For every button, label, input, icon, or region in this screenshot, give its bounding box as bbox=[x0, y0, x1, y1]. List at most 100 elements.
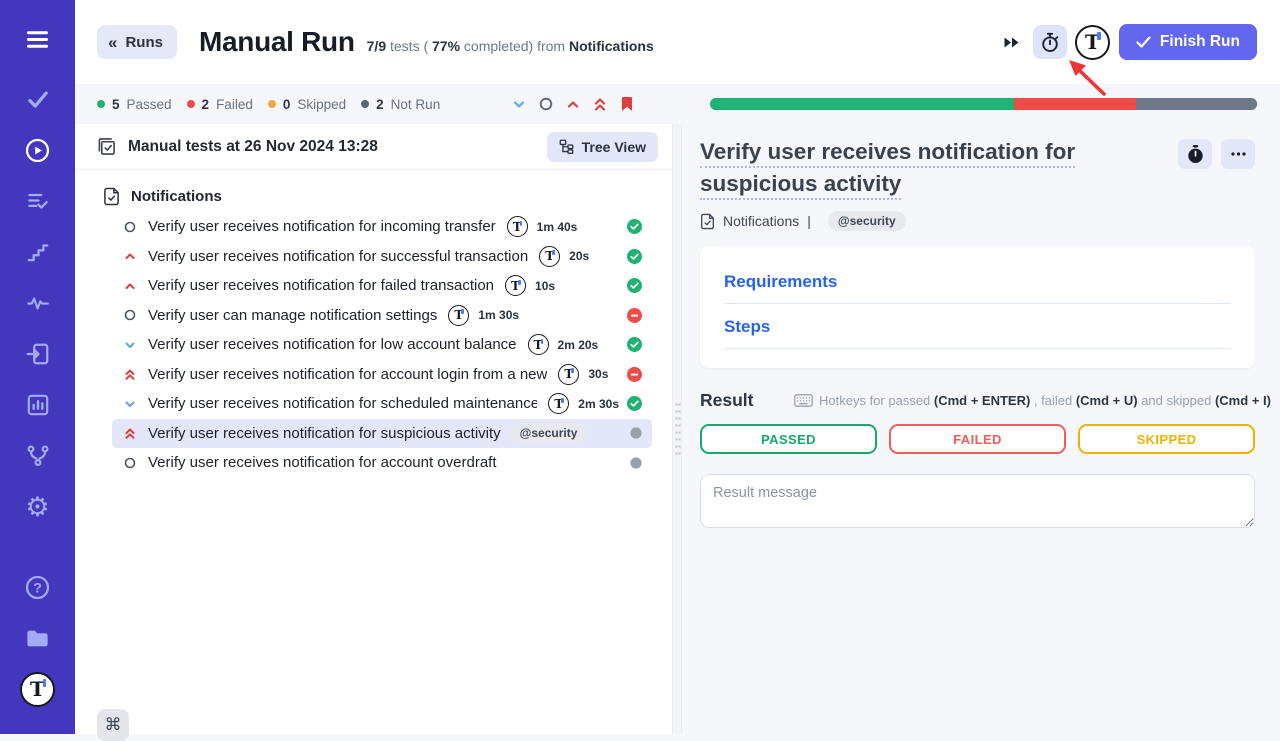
filter-chevron-up-icon[interactable] bbox=[566, 98, 580, 111]
test-title: Verify user can manage notification sett… bbox=[148, 307, 437, 324]
status-label: Passed bbox=[127, 97, 172, 112]
help-icon: ? bbox=[24, 574, 51, 601]
test-row[interactable]: Verify user can manage notification sett… bbox=[112, 301, 652, 331]
hotkey-combo: (Cmd + U) bbox=[1076, 393, 1138, 408]
status-count: 2 bbox=[376, 97, 384, 112]
status-failed-icon bbox=[619, 308, 642, 323]
svg-text:?: ? bbox=[33, 579, 42, 595]
status-bar: 5 Passed 2 Failed 0 Skipped 2 Not Run bbox=[75, 84, 1280, 124]
hotkey-combo: (Cmd + ENTER) bbox=[934, 393, 1030, 408]
sidebar-item-projects[interactable] bbox=[20, 620, 56, 656]
hotkey-combo: (Cmd + I) bbox=[1215, 393, 1271, 408]
stopwatch-button[interactable] bbox=[1178, 139, 1212, 169]
test-logo-slot: T bbox=[507, 216, 528, 237]
suite-folder-row[interactable]: Notifications bbox=[75, 180, 672, 212]
filter-bookmark-icon[interactable] bbox=[620, 96, 634, 112]
test-row[interactable]: Verify user receives notification for ac… bbox=[112, 448, 652, 478]
filter-circle-icon[interactable] bbox=[539, 97, 553, 111]
test-detail-title[interactable]: Verify user receives notification for su… bbox=[700, 136, 1178, 200]
test-row[interactable]: Verify user receives notification for su… bbox=[112, 419, 652, 449]
priority-low-icon bbox=[124, 398, 137, 410]
topbar: « Runs Manual Run 7/9 tests ( 77% comple… bbox=[75, 0, 1280, 84]
tree-view-button[interactable]: Tree View bbox=[547, 132, 658, 162]
status-count-skipped: 0 Skipped bbox=[268, 97, 346, 112]
sidebar-item-settings[interactable]: ⚙ bbox=[20, 489, 56, 525]
test-title: Verify user receives notification for su… bbox=[148, 425, 501, 442]
panel-resize-divider[interactable] bbox=[672, 124, 682, 734]
testomat-logo-icon: T bbox=[539, 246, 560, 267]
back-to-runs-button[interactable]: « Runs bbox=[97, 25, 177, 59]
status-label: Failed bbox=[216, 97, 253, 112]
steps-link[interactable]: Steps bbox=[724, 317, 770, 336]
test-duration: 1m 40s bbox=[537, 220, 578, 234]
check-icon bbox=[1136, 36, 1151, 48]
hamburger-menu-icon[interactable] bbox=[20, 21, 56, 57]
tree-view-label: Tree View bbox=[582, 139, 646, 155]
run-header: Manual tests at 26 Nov 2024 13:28 Tree V… bbox=[75, 124, 672, 170]
back-chevrons-icon: « bbox=[108, 34, 117, 51]
breadcrumb-section[interactable]: Notifications bbox=[723, 213, 799, 229]
result-message-input[interactable] bbox=[700, 474, 1255, 528]
sidebar-item-runs[interactable] bbox=[20, 132, 56, 168]
skipped-button[interactable]: SKIPPED bbox=[1078, 424, 1255, 454]
sections-card: Requirements Steps bbox=[700, 246, 1255, 368]
fast-forward-icon[interactable] bbox=[1003, 36, 1020, 49]
test-row[interactable]: Verify user receives notification for sc… bbox=[112, 389, 652, 419]
test-title: Verify user receives notification for fa… bbox=[148, 277, 494, 294]
keyboard-icon bbox=[794, 394, 813, 407]
page-title: Manual Run bbox=[199, 26, 355, 58]
hotkeys-command-button[interactable]: ⌘ bbox=[97, 709, 129, 741]
stopwatch-icon bbox=[1040, 32, 1060, 53]
status-label: Not Run bbox=[391, 97, 441, 112]
status-passed-icon bbox=[619, 249, 642, 264]
test-duration: 10s bbox=[535, 279, 555, 293]
test-row[interactable]: Verify user receives notification for ac… bbox=[112, 360, 652, 390]
timer-button[interactable] bbox=[1033, 25, 1067, 59]
breadcrumb-separator: | bbox=[807, 213, 811, 229]
sidebar-item-test-plans[interactable] bbox=[20, 183, 56, 219]
test-logo-slot: T bbox=[558, 364, 579, 385]
hotkeys-text: Hotkeys for passed (Cmd + ENTER) , faile… bbox=[819, 393, 1271, 408]
sidebar-item-analytics[interactable] bbox=[20, 387, 56, 423]
app-root: ⚙ ? T « Runs Manual Run 7/9 tests ( 77% … bbox=[0, 0, 1280, 734]
testomat-logo-icon: T bbox=[20, 672, 55, 707]
test-title: Verify user receives notification for sc… bbox=[148, 395, 537, 412]
sidebar-item-tests[interactable] bbox=[20, 81, 56, 117]
folder-icon bbox=[24, 625, 51, 652]
test-detail-panel: Verify user receives notification for su… bbox=[682, 124, 1280, 734]
testomat-logo-icon: T bbox=[507, 216, 528, 237]
requirements-link[interactable]: Requirements bbox=[724, 272, 837, 291]
test-row[interactable]: Verify user receives notification for lo… bbox=[112, 330, 652, 360]
sidebar-item-branches[interactable] bbox=[20, 438, 56, 474]
status-dot-icon bbox=[187, 100, 195, 108]
requirements-row: Requirements bbox=[724, 272, 1231, 304]
failed-button[interactable]: FAILED bbox=[889, 424, 1066, 454]
testomat-logo-icon: T bbox=[548, 393, 569, 414]
status-count: 2 bbox=[202, 97, 210, 112]
sidebar-item-help[interactable]: ? bbox=[20, 569, 56, 605]
filter-double-chevron-up-icon[interactable] bbox=[593, 97, 607, 112]
sidebar-item-pulse[interactable] bbox=[20, 285, 56, 321]
security-tag[interactable]: @security bbox=[828, 211, 906, 231]
test-title: Verify user receives notification for lo… bbox=[148, 336, 517, 353]
finish-run-button[interactable]: Finish Run bbox=[1119, 24, 1257, 60]
testomat-logo-icon: T bbox=[558, 364, 579, 385]
sidebar-item-import[interactable] bbox=[20, 336, 56, 372]
sidebar-item-steps[interactable] bbox=[20, 234, 56, 270]
passed-button[interactable]: PASSED bbox=[700, 424, 877, 454]
pulse-icon bbox=[25, 290, 51, 316]
more-options-button[interactable] bbox=[1221, 139, 1255, 169]
test-row[interactable]: Verify user receives notification for fa… bbox=[112, 271, 652, 301]
test-logo-slot: T bbox=[505, 275, 526, 296]
run-progress-bar bbox=[710, 98, 1257, 110]
app-logo[interactable]: T bbox=[20, 671, 56, 707]
testomat-logo-icon: T bbox=[528, 334, 549, 355]
progress-segment-not-run bbox=[1136, 98, 1257, 110]
content-split: Manual tests at 26 Nov 2024 13:28 Tree V… bbox=[75, 124, 1280, 734]
filter-chevron-down-icon[interactable] bbox=[512, 98, 526, 111]
user-project-logo[interactable]: T bbox=[1075, 25, 1110, 60]
status-notrun-icon bbox=[622, 427, 642, 439]
test-row[interactable]: Verify user receives notification for su… bbox=[112, 242, 652, 272]
test-row[interactable]: Verify user receives notification for in… bbox=[112, 212, 652, 242]
result-header: Result Hotkeys for passed (Cmd + ENTER) … bbox=[700, 390, 1255, 411]
